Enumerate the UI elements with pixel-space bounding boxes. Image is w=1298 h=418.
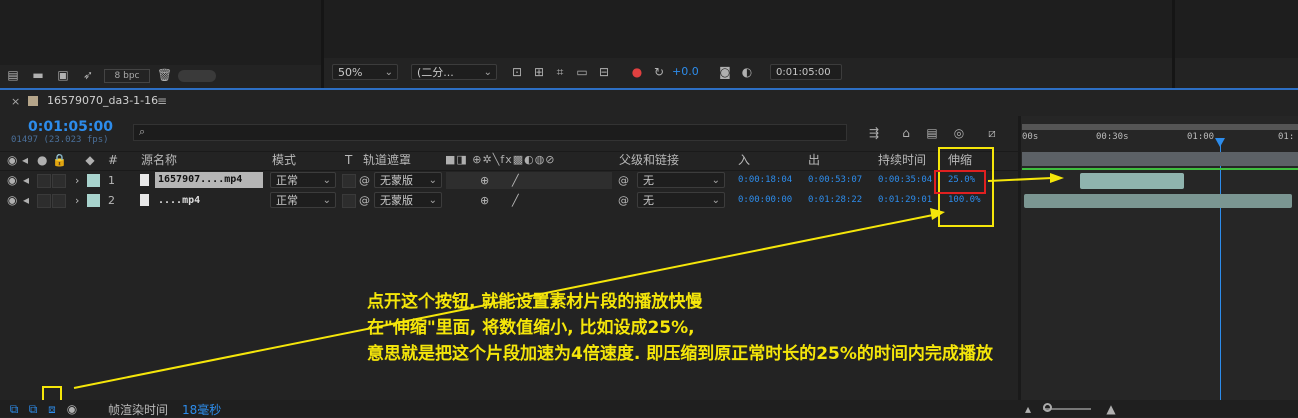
annotation-line-1: 点开这个按钮, 就能设置素材片段的播放快慢 (367, 292, 703, 312)
transfer-controls-toggle-icon[interactable]: ⧉ (27, 402, 39, 416)
annotation-line-3: 意思就是把这个片段加速为4倍速度. 即压缩到原正常时长的25%的时间内完成播放 (367, 344, 993, 364)
render-time-value: 18毫秒 (182, 403, 222, 417)
annotation-line-2: 在"伸缩"里面, 将数值缩小, 比如设成25%, (367, 318, 695, 338)
in-out-duration-stretch-toggle-icon[interactable]: ⧈ (46, 402, 58, 416)
zoom-in-icon[interactable]: ▲ (1104, 402, 1118, 416)
zoom-slider-handle[interactable] (1043, 403, 1052, 412)
render-time-label: 帧渲染时间 (108, 403, 169, 417)
zoom-out-icon[interactable]: ▴ (1022, 402, 1034, 416)
render-time-toggle-icon[interactable]: ◉ (65, 402, 79, 416)
layer-switches-toggle-icon[interactable]: ⧉ (8, 402, 20, 416)
